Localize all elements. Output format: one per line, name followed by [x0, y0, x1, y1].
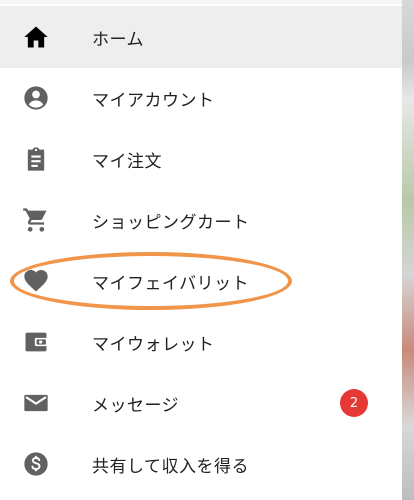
shopping-cart-icon — [22, 206, 50, 234]
navigation-drawer: ホーム マイアカウント マイ注文 ショッピングカート マイフェイバリット マイウ… — [0, 0, 402, 500]
drawer-item-label: マイアカウント — [92, 90, 215, 111]
drawer-item-label: ホーム — [92, 29, 144, 50]
mail-icon — [22, 389, 50, 417]
drawer-item-label: マイウォレット — [92, 334, 215, 355]
heart-icon — [22, 267, 50, 295]
drawer-item-label: 共有して収入を得る — [92, 456, 249, 477]
drawer-item-my-orders[interactable]: マイ注文 — [0, 128, 402, 190]
drawer-item-my-wallet[interactable]: マイウォレット — [0, 311, 402, 373]
drawer-item-shopping-cart[interactable]: ショッピングカート — [0, 189, 402, 251]
drawer-item-label: マイフェイバリット — [92, 273, 250, 294]
account-circle-icon — [22, 84, 50, 112]
drawer-item-share-earn[interactable]: 共有して収入を得る — [0, 433, 402, 495]
app-page: ホーム マイアカウント マイ注文 ショッピングカート マイフェイバリット マイウ… — [0, 0, 414, 500]
drawer-item-my-account[interactable]: マイアカウント — [0, 67, 402, 129]
unread-count-badge: 2 — [340, 389, 368, 417]
clipboard-icon — [22, 145, 50, 173]
drawer-item-messages[interactable]: メッセージ 2 — [0, 372, 402, 434]
wallet-icon — [22, 328, 50, 356]
drawer-item-label: メッセージ — [92, 395, 180, 416]
home-icon — [22, 23, 50, 51]
drawer-top-shadow — [0, 0, 402, 4]
drawer-item-label: マイ注文 — [92, 151, 162, 172]
dollar-icon — [22, 450, 50, 478]
drawer-item-my-favorites[interactable]: マイフェイバリット — [0, 250, 402, 312]
drawer-item-label: ショッピングカート — [92, 212, 250, 233]
background-app-edge — [402, 0, 414, 500]
drawer-item-home[interactable]: ホーム — [0, 6, 402, 68]
